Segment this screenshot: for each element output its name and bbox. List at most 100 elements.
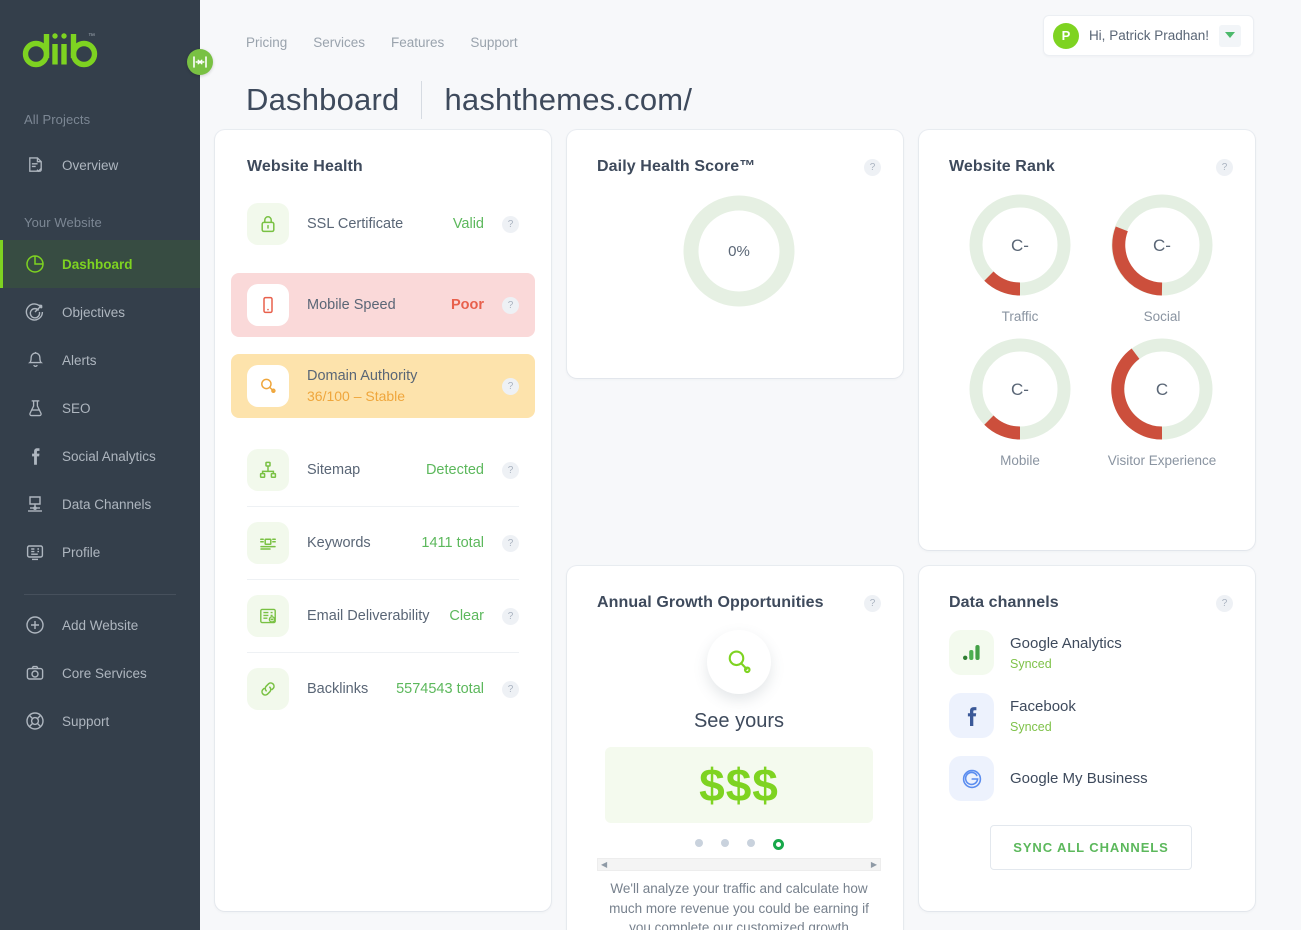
help-icon[interactable]: ?	[502, 296, 519, 314]
sidebar-item-overview[interactable]: Overview	[0, 141, 200, 189]
user-greeting: Hi, Patrick Pradhan!	[1088, 28, 1209, 43]
sidebar-item-profile[interactable]: Profile	[0, 528, 200, 576]
sidebar-divider	[24, 594, 176, 595]
health-row-sitemap[interactable]: Sitemap Detected ?	[231, 434, 535, 506]
data-channels-head: Data channels ?	[949, 594, 1233, 612]
annual-growth-amount: $$$	[605, 747, 873, 823]
app-root: ™ All Projects Overview Your Website Das…	[0, 0, 1301, 930]
annual-growth-head: Annual Growth Opportunities ?	[597, 594, 881, 612]
health-row-mobile-speed[interactable]: Mobile Speed Poor ?	[231, 273, 535, 337]
data-channel-facebook[interactable]: Facebook Synced	[949, 693, 1233, 738]
carousel-dots	[694, 839, 784, 850]
sidebar-collapse-toggle[interactable]	[187, 49, 213, 75]
sidebar-item-support[interactable]: Support	[0, 697, 200, 745]
target-arrow-icon	[24, 301, 46, 323]
health-row-domain-authority[interactable]: Domain Authority 36/100 – Stable ?	[231, 354, 535, 418]
sidebar-item-objectives[interactable]: Objectives	[0, 288, 200, 336]
sidebar-item-label: Data Channels	[62, 496, 152, 512]
help-icon[interactable]: ?	[502, 461, 519, 479]
gauge-ring: C	[1111, 338, 1213, 440]
page-title-site: hashthemes.com/	[444, 82, 693, 117]
horizontal-scrollbar[interactable]: ◀ ▶	[597, 858, 881, 871]
sidebar-item-social-analytics[interactable]: Social Analytics	[0, 432, 200, 480]
health-row-keywords[interactable]: Keywords 1411 total ?	[231, 507, 535, 579]
lock-icon	[247, 203, 289, 245]
sidebar-item-dashboard[interactable]: Dashboard	[0, 240, 200, 288]
help-icon[interactable]: ?	[502, 377, 519, 395]
sidebar-item-label: SEO	[62, 400, 91, 416]
help-icon[interactable]: ?	[1216, 594, 1233, 612]
help-icon[interactable]: ?	[502, 534, 519, 552]
bell-icon	[24, 349, 46, 371]
data-channel-name: Google My Business	[1010, 769, 1148, 787]
page-title-divider	[421, 81, 423, 119]
google-analytics-icon	[949, 630, 994, 675]
gauge-social: C- Social	[1091, 190, 1233, 324]
keywords-icon	[247, 522, 289, 564]
scroll-right-icon[interactable]: ▶	[871, 860, 877, 869]
plus-circle-icon	[24, 614, 46, 636]
health-row-backlinks[interactable]: Backlinks 5574543 total ?	[231, 653, 535, 725]
lifebuoy-icon	[24, 710, 46, 732]
sidebar-item-alerts[interactable]: Alerts	[0, 336, 200, 384]
sidebar-item-core-services[interactable]: Core Services	[0, 649, 200, 697]
health-row-label-stack: Domain Authority 36/100 – Stable	[307, 367, 484, 406]
topnav-link-services[interactable]: Services	[313, 35, 365, 50]
health-row-value: Valid	[452, 216, 484, 232]
health-score-ring: 0%	[683, 195, 795, 307]
sidebar-item-label: Alerts	[62, 352, 97, 368]
data-channels-card: Data channels ? Google Analytics Synced	[919, 566, 1255, 911]
help-icon[interactable]: ?	[502, 215, 519, 233]
carousel-dot-active[interactable]	[772, 839, 784, 850]
data-channel-status: Synced	[1010, 656, 1052, 671]
daily-health-score-donut: 0%	[597, 192, 881, 310]
sidebar-item-data-channels[interactable]: Data Channels	[0, 480, 200, 528]
sync-all-channels-button[interactable]: SYNC ALL CHANNELS	[990, 825, 1192, 870]
gauge-ring: C-	[969, 194, 1071, 296]
sitemap-icon	[247, 449, 289, 491]
sidebar-section-all-projects: All Projects	[24, 112, 91, 127]
diib-logo-icon: ™	[22, 33, 98, 68]
help-icon[interactable]: ?	[1216, 158, 1233, 176]
help-icon[interactable]: ?	[502, 680, 519, 698]
data-channels-title: Data channels	[949, 594, 1059, 611]
carousel-dot[interactable]	[746, 839, 755, 847]
brand-logo[interactable]: ™	[0, 18, 200, 84]
topnav-link-features[interactable]: Features	[391, 35, 444, 50]
magnifier-icon	[247, 365, 289, 407]
topnav-link-pricing[interactable]: Pricing	[246, 35, 287, 50]
gauge-traffic: C- Traffic	[949, 190, 1091, 324]
document-check-icon	[24, 154, 46, 176]
daily-health-score-title: Daily Health Score™	[597, 158, 756, 175]
dashboard-grid: Website Health SSL Certificate Valid ? M…	[200, 130, 1301, 930]
website-health-card: Website Health SSL Certificate Valid ? M…	[215, 130, 551, 911]
data-channel-status: Synced	[1010, 719, 1052, 734]
sidebar-item-seo[interactable]: SEO	[0, 384, 200, 432]
email-server-icon	[247, 595, 289, 637]
data-channel-google-my-business[interactable]: Google My Business	[949, 756, 1233, 801]
help-icon[interactable]: ?	[864, 594, 881, 612]
health-row-email-deliverability[interactable]: Email Deliverability Clear ?	[231, 580, 535, 652]
sidebar-item-label: Add Website	[62, 617, 139, 633]
data-channel-text: Google My Business	[1010, 769, 1148, 789]
user-menu-button[interactable]: P Hi, Patrick Pradhan!	[1042, 15, 1254, 56]
sidebar-item-label: Support	[62, 713, 110, 729]
google-my-business-icon	[949, 756, 994, 801]
carousel-dot[interactable]	[720, 839, 729, 847]
annual-growth-description: We'll analyze your traffic and calculate…	[609, 881, 869, 930]
daily-health-score-head: Daily Health Score™ ?	[597, 158, 881, 176]
topnav-link-support[interactable]: Support	[470, 35, 517, 50]
sidebar-item-add-website[interactable]: Add Website	[0, 601, 200, 649]
sidebar-item-label: Dashboard	[62, 256, 133, 272]
avatar: P	[1052, 22, 1079, 49]
scroll-left-icon[interactable]: ◀	[601, 860, 607, 869]
health-row-label: Sitemap	[307, 462, 361, 478]
help-icon[interactable]: ?	[502, 607, 519, 625]
data-channel-google-analytics[interactable]: Google Analytics Synced	[949, 630, 1233, 675]
chevron-down-icon[interactable]	[1219, 24, 1241, 47]
health-row-ssl[interactable]: SSL Certificate Valid ?	[231, 192, 535, 256]
health-row-label: Email Deliverability	[307, 608, 430, 624]
carousel-dot[interactable]	[694, 839, 703, 847]
help-icon[interactable]: ?	[864, 158, 881, 176]
health-row-value: 5574543 total	[396, 681, 484, 697]
